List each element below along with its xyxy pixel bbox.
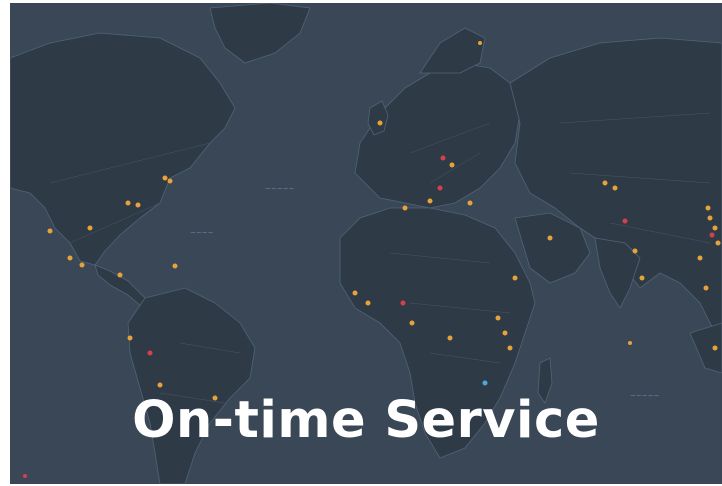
map-marker[interactable] <box>427 198 433 204</box>
map-marker[interactable] <box>377 120 383 126</box>
map-marker[interactable] <box>67 255 73 261</box>
map-marker[interactable] <box>167 178 173 184</box>
map-marker[interactable] <box>612 185 618 191</box>
landmass-central-america <box>94 264 151 308</box>
map-marker[interactable] <box>400 300 406 306</box>
map-marker[interactable] <box>512 275 518 281</box>
map-marker[interactable] <box>712 225 718 231</box>
map-marker[interactable] <box>449 162 455 168</box>
landmass-europe <box>354 62 521 209</box>
map-marker[interactable] <box>87 225 93 231</box>
map-marker[interactable] <box>47 228 53 234</box>
map-marker[interactable] <box>125 200 131 206</box>
ocean-label-caribbean: ~~~~ <box>190 229 214 237</box>
map-marker[interactable] <box>440 155 446 161</box>
slide-caption: On-time Service <box>132 391 600 450</box>
landmass-greenland <box>209 3 311 64</box>
map-marker[interactable] <box>628 341 632 345</box>
map-marker[interactable] <box>157 382 163 388</box>
map-marker[interactable] <box>632 248 638 254</box>
map-marker[interactable] <box>402 205 408 211</box>
map-marker[interactable] <box>365 300 371 306</box>
map-marker[interactable] <box>709 232 715 238</box>
map-marker[interactable] <box>705 205 711 211</box>
map-marker[interactable] <box>507 345 513 351</box>
map-frame: ~~~~~ ~~~~ ~~~~~ On-time Service <box>10 3 722 484</box>
ocean-label-north-atlantic: ~~~~~ <box>265 185 294 193</box>
map-marker[interactable] <box>707 215 713 221</box>
map-marker[interactable] <box>715 240 721 246</box>
map-marker[interactable] <box>482 380 488 386</box>
landmass-south-america <box>127 287 256 484</box>
map-marker[interactable] <box>622 218 628 224</box>
map-marker[interactable] <box>437 185 443 191</box>
map-marker[interactable] <box>127 335 133 341</box>
map-marker[interactable] <box>147 350 153 356</box>
map-marker[interactable] <box>117 272 123 278</box>
map-marker[interactable] <box>467 200 473 206</box>
map-marker[interactable] <box>409 320 415 326</box>
map-marker[interactable] <box>502 330 508 336</box>
map-marker[interactable] <box>162 175 168 181</box>
map-marker[interactable] <box>172 263 178 269</box>
map-marker[interactable] <box>703 285 709 291</box>
map-marker[interactable] <box>697 255 703 261</box>
map-marker[interactable] <box>712 345 718 351</box>
map-marker[interactable] <box>447 335 453 341</box>
map-marker[interactable] <box>547 235 553 241</box>
map-marker[interactable] <box>639 275 645 281</box>
map-marker[interactable] <box>352 290 358 296</box>
map-marker[interactable] <box>23 474 27 478</box>
map-marker[interactable] <box>135 202 141 208</box>
map-marker[interactable] <box>79 262 85 268</box>
map-marker[interactable] <box>602 180 608 186</box>
map-marker[interactable] <box>495 315 501 321</box>
map-marker[interactable] <box>478 41 482 45</box>
